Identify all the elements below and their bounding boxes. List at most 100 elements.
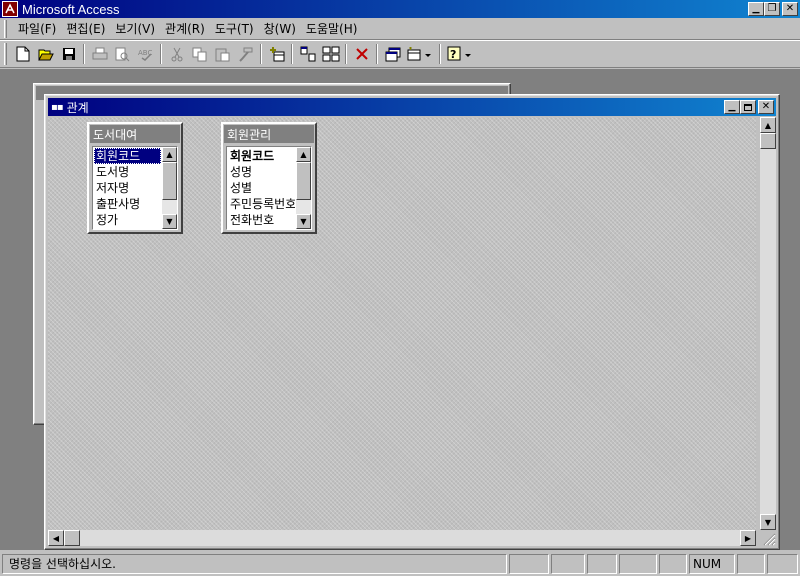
num-lock-indicator: NUM — [689, 554, 735, 574]
show-all-button[interactable] — [319, 43, 342, 65]
cut-button[interactable] — [165, 43, 188, 65]
format-painter-button[interactable] — [234, 43, 257, 65]
save-icon — [62, 48, 75, 60]
field-item[interactable]: 전화번호 — [228, 212, 295, 228]
menu-relationships[interactable]: 관계(R) — [160, 18, 210, 39]
menu-tools[interactable]: 도구(T) — [210, 18, 259, 39]
field-list[interactable]: 회원코드 도서명 저자명 출판사명 정가 ▲ ▼ — [92, 146, 178, 230]
spelling-button[interactable]: ABC — [134, 43, 157, 65]
rel-close-button[interactable]: ✕ — [758, 100, 774, 114]
horizontal-scrollbar[interactable]: ◀ ▶ — [48, 530, 756, 546]
svg-text:?: ? — [450, 48, 456, 61]
delete-icon — [355, 48, 368, 60]
toolbar-separator — [160, 44, 162, 64]
delete-button[interactable] — [350, 43, 373, 65]
close-button[interactable]: ✕ — [782, 2, 798, 16]
menu-grip[interactable] — [4, 19, 7, 38]
new-button[interactable] — [11, 43, 34, 65]
menu-window[interactable]: 창(W) — [259, 18, 301, 39]
scroll-down-button[interactable]: ▼ — [162, 214, 177, 229]
minimize-button[interactable]: ▁ — [748, 2, 764, 16]
paste-button[interactable] — [211, 43, 234, 65]
status-panel — [509, 554, 549, 574]
close-icon: ✕ — [785, 3, 795, 14]
field-item[interactable]: 주민등록번호 — [228, 196, 295, 212]
table-title[interactable]: 도서대여 — [90, 125, 180, 143]
restore-icon: ❐ — [767, 3, 777, 14]
status-panel — [659, 554, 687, 574]
new-object-icon — [407, 46, 431, 60]
arrow-up-icon: ▲ — [166, 150, 173, 159]
database-window-button[interactable] — [381, 43, 404, 65]
scroll-left-button[interactable]: ◀ — [48, 530, 64, 546]
toolbar-separator — [345, 44, 347, 64]
table-field-list-lending[interactable]: 도서대여 회원코드 도서명 저자명 출판사명 정가 ▲ ▼ — [87, 122, 183, 234]
field-item[interactable]: 정가 — [94, 212, 161, 228]
relationships-canvas[interactable]: 도서대여 회원코드 도서명 저자명 출판사명 정가 ▲ ▼ 회원관리 회원코드 … — [48, 117, 756, 530]
scroll-up-button[interactable]: ▲ — [760, 117, 776, 133]
scroll-thumb[interactable] — [64, 530, 80, 546]
copy-button[interactable] — [188, 43, 211, 65]
status-panel — [587, 554, 617, 574]
relationships-titlebar[interactable]: ▪▪ 관계 ▁ ✕ — [48, 98, 776, 116]
status-bar: 명령을 선택하십시오. NUM — [0, 552, 800, 576]
print-preview-button[interactable] — [111, 43, 134, 65]
field-item[interactable]: 회원코드 — [94, 148, 161, 164]
rel-maximize-button[interactable] — [740, 100, 756, 114]
relationships-title: 관계 — [66, 100, 89, 115]
scroll-thumb[interactable] — [296, 162, 311, 200]
field-list[interactable]: 회원코드 성명 성별 주민등록번호 전화번호 ▲ ▼ — [226, 146, 312, 230]
scroll-thumb[interactable] — [760, 133, 776, 149]
menu-file[interactable]: 파일(F) — [13, 18, 61, 39]
field-item[interactable]: 성별 — [228, 180, 295, 196]
table-field-list-members[interactable]: 회원관리 회원코드 성명 성별 주민등록번호 전화번호 ▲ ▼ — [221, 122, 317, 234]
arrow-down-icon: ▼ — [166, 217, 173, 226]
maximize-icon — [744, 103, 752, 111]
scroll-right-button[interactable]: ▶ — [740, 530, 756, 546]
scroll-thumb[interactable] — [162, 162, 177, 200]
menu-help[interactable]: 도움말(H) — [301, 18, 363, 39]
field-list-scrollbar[interactable]: ▲ ▼ — [162, 147, 177, 229]
field-list-scrollbar[interactable]: ▲ ▼ — [296, 147, 311, 229]
open-button[interactable] — [34, 43, 57, 65]
print-preview-icon — [115, 47, 130, 61]
table-title[interactable]: 회원관리 — [224, 125, 314, 143]
status-message: 명령을 선택하십시오. — [2, 554, 507, 574]
toolbar-grip[interactable] — [4, 43, 7, 65]
field-item[interactable]: 도서명 — [94, 164, 161, 180]
status-panel — [737, 554, 765, 574]
mdi-client-area: ▪▪ 관계 ▁ ✕ 도서대여 회원코드 도서명 저자명 출판사명 정가 ▲ ▼ … — [0, 69, 800, 550]
field-item[interactable]: 성명 — [228, 164, 295, 180]
restore-button[interactable]: ❐ — [764, 2, 780, 16]
show-direct-button[interactable] — [296, 43, 319, 65]
menu-view[interactable]: 보기(V) — [110, 18, 160, 39]
menu-edit[interactable]: 편집(E) — [61, 18, 110, 39]
scroll-down-button[interactable]: ▼ — [760, 514, 776, 530]
help-button[interactable]: ? — [444, 43, 476, 65]
relationships-window[interactable]: ▪▪ 관계 ▁ ✕ 도서대여 회원코드 도서명 저자명 출판사명 정가 ▲ ▼ … — [44, 94, 780, 550]
save-button[interactable] — [57, 43, 80, 65]
rel-minimize-button[interactable]: ▁ — [724, 100, 740, 114]
toolbar-separator — [291, 44, 293, 64]
field-item[interactable]: 저자명 — [94, 180, 161, 196]
scroll-down-button[interactable]: ▼ — [296, 214, 311, 229]
field-item-key[interactable]: 회원코드 — [228, 148, 295, 164]
toolbar-separator — [260, 44, 262, 64]
status-panel — [767, 554, 798, 574]
minimize-icon: ▁ — [752, 3, 760, 14]
show-table-button[interactable] — [265, 43, 288, 65]
field-item[interactable]: 출판사명 — [94, 196, 161, 212]
app-titlebar[interactable]: Microsoft Access ▁ ❐ ✕ — [0, 0, 800, 18]
size-grip[interactable] — [760, 530, 776, 546]
access-app-icon[interactable] — [2, 1, 18, 17]
spelling-icon: ABC — [138, 49, 152, 61]
new-object-button[interactable] — [404, 43, 436, 65]
arrow-up-icon: ▲ — [300, 150, 307, 159]
scroll-up-button[interactable]: ▲ — [296, 147, 311, 162]
help-icon: ? — [447, 46, 471, 61]
cut-icon — [171, 47, 182, 61]
print-button[interactable] — [88, 43, 111, 65]
status-panel — [551, 554, 585, 574]
vertical-scrollbar[interactable]: ▲ ▼ — [760, 117, 776, 530]
scroll-up-button[interactable]: ▲ — [162, 147, 177, 162]
